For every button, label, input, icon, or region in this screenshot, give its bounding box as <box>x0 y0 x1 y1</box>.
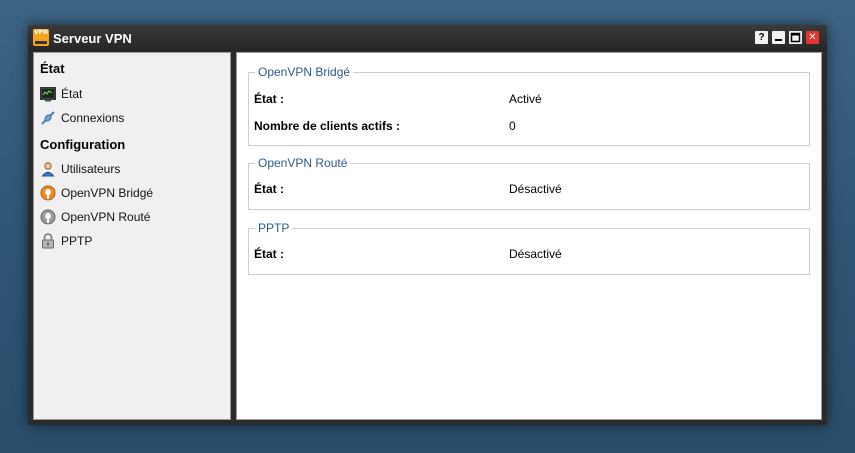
sidebar-item-utilisateurs[interactable]: Utilisateurs <box>38 159 223 179</box>
sidebar-heading-configuration: Configuration <box>40 137 126 152</box>
etat-value: Désactivé <box>509 247 562 261</box>
etat-label: État : <box>254 92 284 106</box>
sidebar-item-label: OpenVPN Routé <box>61 210 151 224</box>
group-openvpn-bridge: OpenVPN Bridgé État : Activé Nombre de c… <box>248 65 810 146</box>
etat-value: Désactivé <box>509 182 562 196</box>
sidebar-heading-etat: État <box>40 61 65 76</box>
active-clients-value: 0 <box>509 119 516 133</box>
group-pptp: PPTP État : Désactivé <box>248 221 810 275</box>
sidebar: État État Connexions Configuration Utili… <box>33 52 231 420</box>
help-button[interactable]: ? <box>755 31 768 44</box>
openvpn-orange-icon <box>40 185 56 201</box>
maximize-button[interactable] <box>789 31 802 44</box>
close-button[interactable]: ✕ <box>806 31 819 44</box>
sidebar-item-label: OpenVPN Bridgé <box>61 186 154 200</box>
connection-icon <box>41 111 55 125</box>
lock-icon <box>42 233 54 249</box>
active-clients-label: Nombre de clients actifs : <box>254 119 401 133</box>
user-icon <box>41 162 55 177</box>
monitor-icon <box>40 87 56 102</box>
title-bar[interactable]: VPN Serveur VPN ? ✕ <box>28 25 827 51</box>
etat-label: État : <box>254 182 284 196</box>
sidebar-item-label: Connexions <box>61 111 125 125</box>
app-icon-text: VPN <box>33 29 49 36</box>
sidebar-item-label: État <box>61 87 83 101</box>
help-icon: ? <box>758 32 765 43</box>
sidebar-item-openvpn-route[interactable]: OpenVPN Routé <box>38 207 223 227</box>
sidebar-item-connexions[interactable]: Connexions <box>38 108 223 128</box>
maximize-icon <box>790 32 801 43</box>
minimize-icon <box>775 39 782 41</box>
vpn-app-icon: VPN <box>33 29 49 46</box>
group-title: OpenVPN Routé <box>255 156 351 170</box>
etat-label: État : <box>254 247 284 261</box>
sidebar-item-label: PPTP <box>61 234 93 248</box>
sidebar-item-etat[interactable]: État <box>38 84 223 104</box>
openvpn-gray-icon <box>40 209 56 225</box>
sidebar-item-openvpn-bridge[interactable]: OpenVPN Bridgé <box>38 183 223 203</box>
close-icon: ✕ <box>808 32 817 43</box>
group-title: OpenVPN Bridgé <box>255 65 354 79</box>
vpn-server-window: VPN Serveur VPN ? ✕ État État Connexions… <box>28 25 827 425</box>
minimize-button[interactable] <box>772 31 785 44</box>
etat-value: Activé <box>509 92 542 106</box>
window-title: Serveur VPN <box>53 31 132 46</box>
sidebar-item-label: Utilisateurs <box>61 162 121 176</box>
group-title: PPTP <box>255 221 293 235</box>
sidebar-item-pptp[interactable]: PPTP <box>38 231 223 251</box>
main-panel: OpenVPN Bridgé État : Activé Nombre de c… <box>236 52 822 420</box>
group-openvpn-route: OpenVPN Routé État : Désactivé <box>248 156 810 210</box>
